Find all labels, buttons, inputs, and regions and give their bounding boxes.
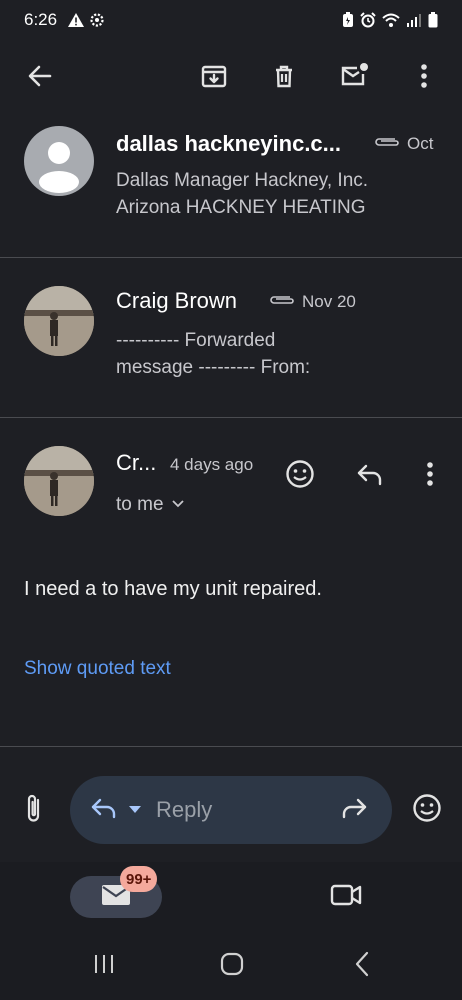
- reply-placeholder: Reply: [156, 797, 213, 822]
- home-icon: [219, 951, 245, 982]
- delete-icon: [270, 62, 298, 95]
- recipient-label: to me: [116, 494, 164, 515]
- avatar: [24, 126, 94, 196]
- paperclip-icon: [268, 292, 296, 312]
- snippet-line: Dallas Manager Hackney, Inc.: [116, 170, 369, 191]
- chevron-left-icon: [354, 951, 370, 982]
- battery-saver-icon: [342, 12, 354, 28]
- signal-icon: [406, 13, 422, 27]
- wifi-icon: [382, 13, 400, 28]
- chevron-down-icon: [170, 494, 186, 516]
- delete-button[interactable]: [260, 54, 308, 102]
- battery-icon: [428, 12, 438, 28]
- reply-icon: [90, 797, 118, 824]
- back-arrow-icon: [26, 62, 54, 95]
- email-thread: dallas hackneyinc.c... Oct Dallas Manage…: [0, 116, 462, 756]
- paperclip-icon: [24, 792, 44, 829]
- recent-apps-icon: [92, 953, 116, 980]
- attach-button[interactable]: [10, 786, 58, 834]
- divider: [0, 746, 462, 747]
- snippet-line: message --------- From:: [116, 357, 311, 378]
- alert-triangle-icon: [67, 12, 85, 28]
- snippet-line: ---------- Forwarded: [116, 330, 276, 351]
- home-button[interactable]: [212, 950, 252, 982]
- more-vert-icon: [426, 461, 434, 492]
- show-quoted-text-link[interactable]: Show quoted text: [24, 658, 171, 680]
- archive-button[interactable]: [190, 54, 238, 102]
- snippet-line: Arizona HACKNEY HEATING: [116, 197, 366, 218]
- emoji-button[interactable]: [403, 786, 451, 834]
- smiley-icon: [285, 459, 315, 494]
- sender-name: Cr...: [116, 450, 157, 475]
- back-button[interactable]: [16, 54, 64, 102]
- system-navigation-bar: [0, 932, 462, 1000]
- expanded-message: Cr... 4 days ago to me I need a to have …: [0, 418, 462, 748]
- more-options-button[interactable]: [400, 54, 448, 102]
- alarm-icon: [360, 12, 376, 28]
- reply-button[interactable]: [346, 452, 394, 500]
- caret-down-icon: [128, 801, 142, 819]
- mark-unread-button[interactable]: [330, 54, 378, 102]
- video-camera-icon: [330, 884, 362, 911]
- sender-name: Craig Brown: [116, 288, 238, 313]
- reply-input[interactable]: Reply: [70, 776, 392, 844]
- reply-icon: [356, 462, 384, 491]
- paperclip-icon: [373, 134, 401, 154]
- mark-unread-icon: [339, 62, 369, 95]
- reply-bar: Reply: [0, 758, 462, 862]
- message-body: I need a to have my unit repaired.: [24, 578, 322, 600]
- status-bar: 6:26: [0, 0, 462, 40]
- system-back-button[interactable]: [342, 950, 382, 982]
- avatar: [24, 286, 94, 356]
- top-app-bar: [0, 40, 462, 116]
- recent-apps-button[interactable]: [84, 950, 124, 982]
- emoji-react-button[interactable]: [276, 452, 324, 500]
- unread-count-badge: 99+: [120, 866, 158, 892]
- sender-name: dallas hackneyinc.c...: [116, 131, 342, 156]
- meet-tab[interactable]: [322, 876, 370, 918]
- reply-type-dropdown[interactable]: [90, 797, 142, 824]
- bottom-navigation: 99+: [0, 862, 462, 932]
- archive-icon: [200, 62, 228, 95]
- message-date: Nov 20: [302, 292, 356, 311]
- smiley-icon: [412, 793, 442, 828]
- recipient-details-toggle[interactable]: to me: [116, 494, 186, 516]
- forward-icon: [340, 797, 368, 824]
- forward-button[interactable]: [330, 786, 378, 834]
- message-date: 4 days ago: [170, 455, 254, 474]
- status-time: 6:26: [24, 10, 58, 29]
- avatar: [24, 446, 94, 516]
- settings-gear-icon: [89, 12, 105, 28]
- message-more-button[interactable]: [406, 452, 454, 500]
- more-vert-icon: [420, 63, 428, 94]
- collapsed-message[interactable]: Craig Brown Nov 20 ---------- Forwarded …: [0, 258, 462, 416]
- message-date: Oct: [407, 134, 434, 153]
- collapsed-message[interactable]: dallas hackneyinc.c... Oct Dallas Manage…: [0, 116, 462, 256]
